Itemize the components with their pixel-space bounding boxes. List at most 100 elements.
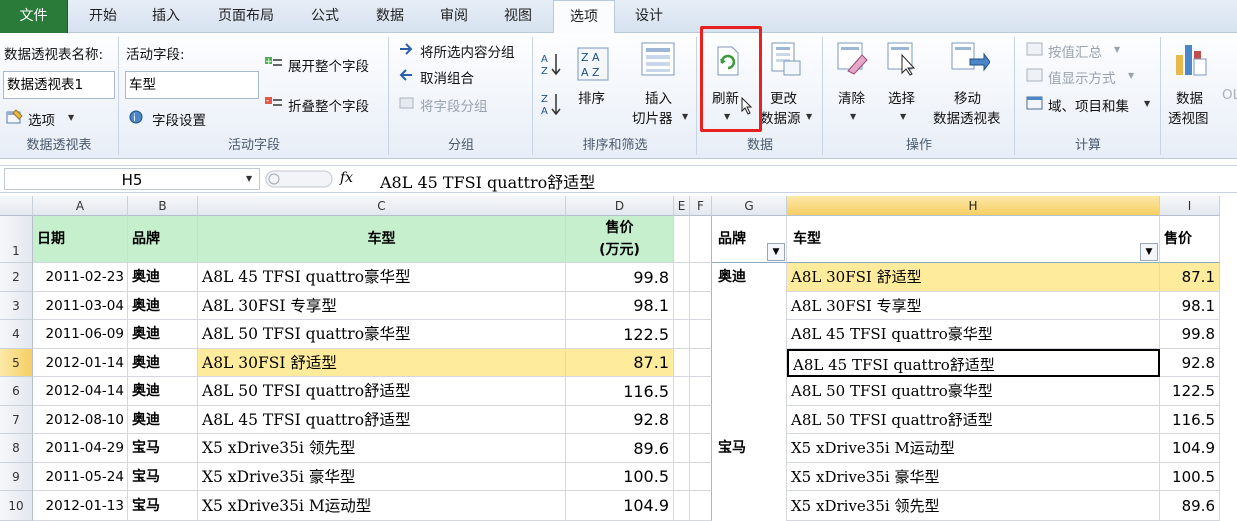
cell-date[interactable]: 2011-06-09: [33, 320, 128, 349]
pivot-header-price[interactable]: 售价: [1160, 216, 1220, 263]
cell-empty[interactable]: [674, 491, 690, 521]
cell-empty[interactable]: [690, 292, 712, 320]
column-header-H[interactable]: H: [787, 196, 1160, 216]
cell-empty[interactable]: [674, 292, 690, 320]
tab-home[interactable]: 开始: [74, 0, 132, 33]
cell-empty[interactable]: [690, 406, 712, 434]
cell-brand[interactable]: 奥迪: [128, 349, 198, 377]
cell-brand[interactable]: 宝马: [128, 491, 198, 521]
pivot-cell-model[interactable]: X5 xDrive35i 领先型: [787, 491, 1160, 521]
cell-empty[interactable]: [674, 263, 690, 292]
cell-price[interactable]: 122.5: [566, 320, 674, 349]
row-header-7[interactable]: 7: [0, 406, 33, 434]
pivot-cell-model[interactable]: A8L 50 TFSI quattro舒适型: [787, 406, 1160, 434]
collapse-field-button[interactable]: 折叠整个字段: [288, 95, 369, 115]
insert-slicer-dropdown-icon[interactable]: ▼: [682, 112, 688, 121]
show-values-as-button[interactable]: 值显示方式: [1048, 67, 1116, 87]
header-date[interactable]: 日期: [33, 216, 128, 263]
clear-dropdown-icon[interactable]: ▼: [850, 112, 856, 121]
cell-model[interactable]: A8L 50 TFSI quattro舒适型: [198, 377, 566, 406]
column-header-F[interactable]: F: [690, 196, 712, 216]
cell-price[interactable]: 100.5: [566, 463, 674, 491]
header-model[interactable]: 车型: [198, 216, 566, 263]
cell-model[interactable]: A8L 45 TFSI quattro豪华型: [198, 263, 566, 292]
row-header-6[interactable]: 6: [0, 377, 33, 406]
cell-price[interactable]: 98.1: [566, 292, 674, 320]
group-field-button[interactable]: 将字段分组: [420, 95, 488, 115]
pivot-cell-brand[interactable]: [712, 292, 787, 320]
row-header-4[interactable]: 4: [0, 320, 33, 349]
fields-items-sets-button[interactable]: 域、项目和集: [1048, 95, 1129, 115]
pivot-name-input[interactable]: 数据透视表1: [3, 71, 115, 99]
cell-brand[interactable]: 奥迪: [128, 263, 198, 292]
row-header-5[interactable]: 5: [0, 349, 33, 377]
show-values-as-dropdown-icon[interactable]: ▼: [1128, 71, 1134, 80]
cell-model[interactable]: X5 xDrive35i M运动型: [198, 491, 566, 521]
cell-price[interactable]: 89.6: [566, 434, 674, 463]
row-header-2[interactable]: 2: [0, 263, 33, 292]
column-header-D[interactable]: D: [566, 196, 674, 216]
select-button[interactable]: 选择: [888, 87, 915, 107]
cell-E1[interactable]: [674, 216, 690, 263]
cell-model[interactable]: A8L 45 TFSI quattro舒适型: [198, 406, 566, 434]
pivot-cell-price[interactable]: 98.1: [1160, 292, 1220, 320]
change-source-label-1[interactable]: 更改: [770, 87, 797, 107]
row-header-9[interactable]: 9: [0, 463, 33, 491]
pivot-header-model[interactable]: 车型: [787, 216, 1160, 263]
pivot-cell-model[interactable]: A8L 30FSI 专享型: [787, 292, 1160, 320]
ungroup-button[interactable]: 取消组合: [420, 67, 474, 87]
fields-items-sets-dropdown-icon[interactable]: ▼: [1144, 99, 1150, 108]
pivot-chart-label-1[interactable]: 数据: [1176, 87, 1203, 107]
pivot-cell-brand[interactable]: [712, 463, 787, 491]
cell-date[interactable]: 2011-03-04: [33, 292, 128, 320]
row-header-10[interactable]: 10: [0, 491, 33, 521]
tab-file[interactable]: 文件: [0, 0, 68, 33]
pivot-cell-model[interactable]: X5 xDrive35i 豪华型: [787, 463, 1160, 491]
summarize-by-button[interactable]: 按值汇总: [1048, 41, 1102, 61]
tab-formulas[interactable]: 公式: [294, 0, 356, 33]
row-header-8[interactable]: 8: [0, 434, 33, 463]
cell-empty[interactable]: [674, 406, 690, 434]
cell-empty[interactable]: [690, 263, 712, 292]
cell-price[interactable]: 92.8: [566, 406, 674, 434]
pivot-cell-brand[interactable]: 奥迪: [712, 263, 787, 292]
pivot-cell-model[interactable]: A8L 45 TFSI quattro豪华型: [787, 320, 1160, 349]
move-pivot-label-1[interactable]: 移动: [954, 87, 981, 107]
column-header-B[interactable]: B: [128, 196, 198, 216]
tab-view[interactable]: 视图: [488, 0, 548, 33]
pivot-cell-brand[interactable]: [712, 377, 787, 406]
options-button[interactable]: 选项: [28, 109, 55, 129]
insert-slicer-label-1[interactable]: 插入: [645, 87, 672, 107]
tab-design[interactable]: 设计: [618, 0, 680, 33]
name-box-dropdown-icon[interactable]: ▼: [246, 174, 252, 183]
cell-F1[interactable]: [690, 216, 712, 263]
cell-date[interactable]: 2011-05-24: [33, 463, 128, 491]
expand-field-button[interactable]: 展开整个字段: [288, 55, 369, 75]
cell-brand[interactable]: 宝马: [128, 434, 198, 463]
row-header-1[interactable]: 1: [0, 216, 33, 263]
cell-date[interactable]: 2011-04-29: [33, 434, 128, 463]
cell-brand[interactable]: 奥迪: [128, 377, 198, 406]
insert-function-icon[interactable]: fx: [340, 170, 353, 186]
group-selection-button[interactable]: 将所选内容分组: [420, 41, 515, 61]
cell-empty[interactable]: [674, 463, 690, 491]
cell-empty[interactable]: [690, 320, 712, 349]
cell-price[interactable]: 116.5: [566, 377, 674, 406]
field-settings-button[interactable]: 字段设置: [152, 109, 206, 129]
column-header-E[interactable]: E: [674, 196, 690, 216]
tab-page-layout[interactable]: 页面布局: [202, 0, 290, 33]
sort-button[interactable]: 排序: [578, 87, 605, 107]
tab-data[interactable]: 数据: [360, 0, 420, 33]
column-header-I[interactable]: I: [1160, 196, 1220, 216]
pivot-cell-brand[interactable]: [712, 406, 787, 434]
select-all-corner[interactable]: [0, 196, 33, 216]
pivot-cell-price[interactable]: 100.5: [1160, 463, 1220, 491]
pivot-chart-label-2[interactable]: 透视图: [1168, 107, 1209, 127]
clear-button[interactable]: 清除: [838, 87, 865, 107]
pivot-cell-price[interactable]: 116.5: [1160, 406, 1220, 434]
change-source-dropdown-icon[interactable]: ▼: [806, 112, 812, 121]
cell-brand[interactable]: 奥迪: [128, 292, 198, 320]
cell-date[interactable]: 2012-08-10: [33, 406, 128, 434]
name-box[interactable]: H5: [4, 168, 260, 190]
pivot-cell-price[interactable]: 122.5: [1160, 377, 1220, 406]
